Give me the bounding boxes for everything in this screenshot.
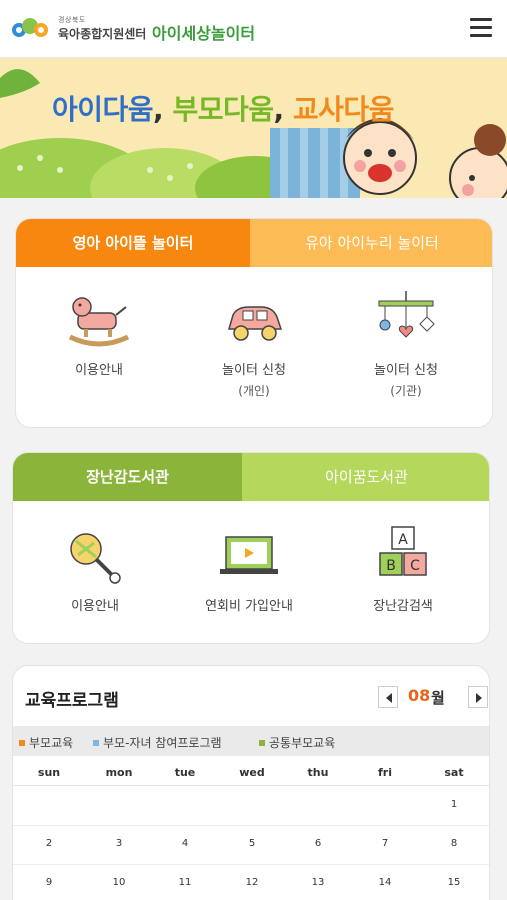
tab-toddler-playground[interactable]: 유아 아이누리 놀이터 [250, 219, 492, 267]
calendar-day[interactable]: 7 [355, 838, 415, 849]
playground-tabs: 영아 아이뜰 놀이터 유아 아이누리 놀이터 [16, 219, 492, 267]
calendar-header: sun mon tue wed thu fri sat [13, 760, 489, 786]
calendar-day[interactable]: 11 [155, 877, 215, 888]
header: 경상북도 육아종합지원센터 아이세상놀이터 [0, 0, 507, 58]
menu-label: 놀이터 신청 [374, 363, 438, 378]
slogan-part2: 부모다움 [172, 93, 274, 126]
weekday-label: mon [105, 766, 133, 779]
menu-label: 놀이터 신청 [222, 363, 286, 378]
calendar-day[interactable]: 13 [288, 877, 348, 888]
caret-left-icon [386, 693, 392, 703]
calendar-week: 9 10 11 12 13 14 15 [13, 865, 489, 900]
library-usage-guide[interactable]: 이용안내 [35, 523, 155, 614]
calendar-day[interactable]: 14 [355, 877, 415, 888]
calendar-day[interactable]: 6 [288, 838, 348, 849]
tab-dream-library[interactable]: 아이꿈도서관 [242, 453, 489, 501]
menu-label: 이용안내 [75, 363, 123, 378]
weekday-label: sat [444, 766, 464, 779]
legend-item: 부모교육 [19, 734, 73, 751]
playground-apply-individual[interactable]: 놀이터 신청 (개인) [194, 289, 314, 399]
slogan-sep: , [273, 93, 284, 126]
calendar-day[interactable]: 8 [424, 838, 484, 849]
calendar-day[interactable]: 5 [222, 838, 282, 849]
calendar-day[interactable]: 1 [424, 799, 484, 810]
svg-text:B: B [386, 558, 396, 574]
svg-text:C: C [410, 558, 420, 574]
legend-item: 공통부모교육 [259, 734, 335, 751]
slogan-part3: 교사다움 [292, 93, 395, 126]
section-title: 교육프로그램 [25, 691, 119, 711]
calendar-day[interactable]: 3 [89, 838, 149, 849]
weekday-label: wed [239, 766, 265, 779]
legend-square-icon [19, 739, 25, 746]
toy-search[interactable]: A B C 장난감검색 [343, 523, 463, 614]
education-program-section: 교육프로그램 08 월 부모교육 부모-자녀 참여프로그램 공통부모교육 sun… [12, 665, 490, 900]
library-membership-guide[interactable]: 연회비 가입안내 [189, 523, 309, 614]
playground-card: 영아 아이뜰 놀이터 유아 아이누리 놀이터 이용안내 놀이터 신청 (개인) [15, 218, 493, 428]
calendar-day[interactable]: 2 [19, 838, 79, 849]
calendar-week: 2 3 4 5 6 7 8 [13, 826, 489, 865]
slogan-sep: , [153, 93, 164, 126]
calendar-day[interactable]: 4 [155, 838, 215, 849]
rocking-horse-icon [68, 297, 130, 347]
region-label: 경상북도 [58, 16, 86, 24]
next-month-button[interactable] [468, 686, 488, 708]
program-legend: 부모교육 부모-자녀 참여프로그램 공통부모교육 [13, 726, 489, 756]
legend-square-icon [93, 739, 99, 746]
svg-text:A: A [398, 532, 408, 548]
library-card: 장난감도서관 아이꿈도서관 이용안내 연회비 가입안내 A B C 장난감검색 [12, 452, 490, 644]
abc-blocks-icon: A B C [379, 526, 427, 576]
weekday-label: fri [378, 766, 392, 779]
weekday-label: sun [37, 766, 61, 779]
hero-banner: 아이다움, 부모다움, 교사다움 [0, 58, 507, 198]
banner-illustration [0, 58, 507, 198]
calendar-day[interactable]: 10 [89, 877, 149, 888]
tab-toy-library[interactable]: 장난감도서관 [13, 453, 242, 501]
month-unit: 월 [431, 689, 445, 707]
banner-slogan: 아이다움, 부모다움, 교사다움 [52, 88, 394, 128]
playground-usage-guide[interactable]: 이용안내 [39, 289, 159, 378]
caret-right-icon [476, 693, 482, 703]
menu-sub-label: (기관) [390, 384, 422, 398]
mobile-toy-icon [378, 291, 435, 338]
library-tabs: 장난감도서관 아이꿈도서관 [13, 453, 489, 501]
calendar-week: 1 [13, 787, 489, 826]
playground-apply-institution[interactable]: 놀이터 신청 (기관) [346, 289, 466, 399]
slogan-part1: 아이다움 [52, 93, 154, 126]
menu-label: 이용안내 [71, 599, 119, 614]
menu-sub-label: (개인) [238, 384, 270, 398]
legend-label: 부모교육 [29, 736, 74, 750]
calendar-day[interactable]: 12 [222, 877, 282, 888]
calendar-day[interactable]: 15 [424, 877, 484, 888]
legend-label: 공통부모교육 [269, 736, 336, 750]
laptop-video-icon [220, 536, 278, 574]
menu-label: 연회비 가입안내 [205, 599, 293, 614]
menu-label: 장난감검색 [373, 599, 433, 614]
hamburger-menu-icon[interactable] [470, 17, 496, 39]
current-month: 08 [408, 686, 431, 705]
toy-car-icon [228, 306, 283, 341]
tab-infant-playground[interactable]: 영아 아이뜰 놀이터 [16, 219, 250, 267]
prev-month-button[interactable] [378, 686, 398, 708]
weekday-label: thu [307, 766, 329, 779]
site-title[interactable]: 아이세상놀이터 [152, 20, 255, 44]
calendar-day[interactable]: 9 [19, 877, 79, 888]
legend-label: 부모-자녀 참여프로그램 [103, 736, 222, 750]
center-name: 육아종합지원센터 [58, 27, 147, 41]
legend-item: 부모-자녀 참여프로그램 [93, 734, 222, 751]
legend-square-icon [259, 739, 265, 746]
weekday-label: tue [174, 766, 196, 779]
rattle-icon [70, 533, 121, 584]
seal-logo-icon[interactable] [10, 14, 50, 42]
